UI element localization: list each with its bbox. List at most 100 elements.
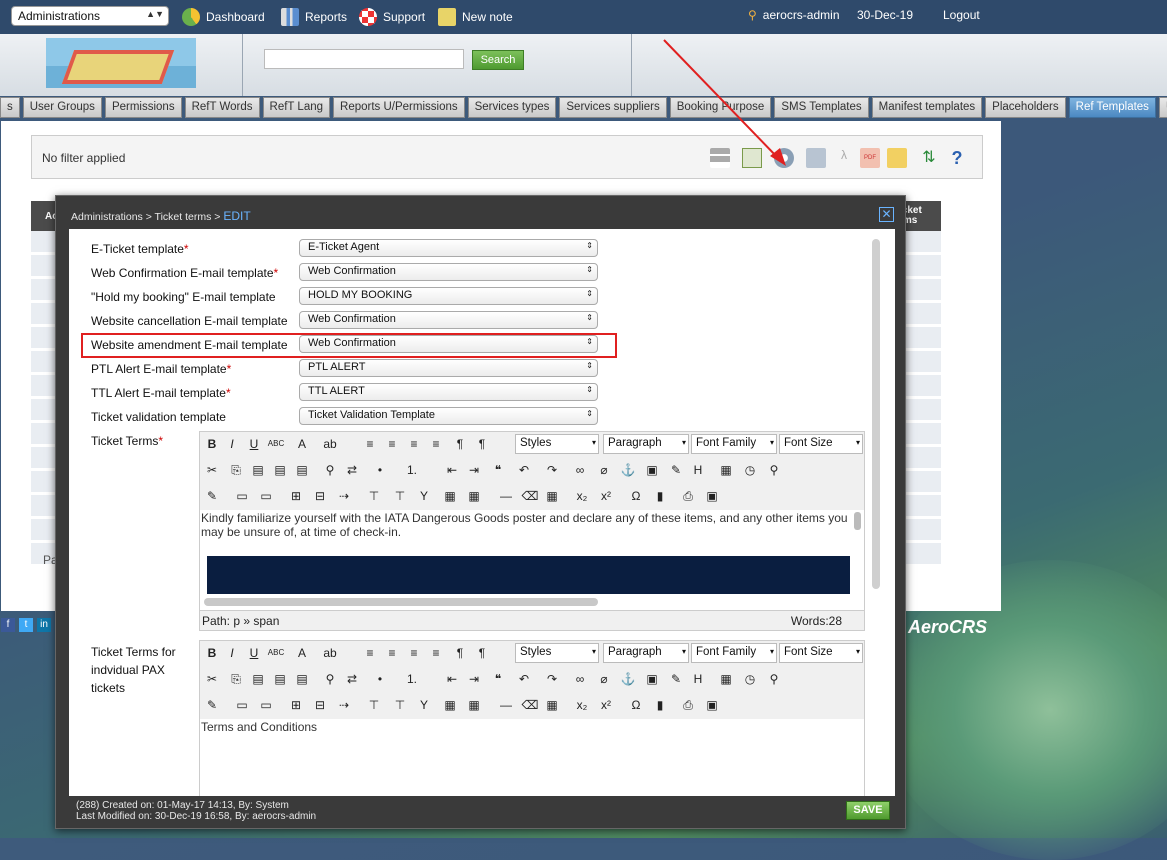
preview-icon[interactable]: ⚲ [765,461,783,479]
template-select[interactable]: E-Ticket Agent ⇕ [299,239,598,257]
visual-aid-icon[interactable]: ▦ [543,487,561,505]
delete-row-icon[interactable]: ⊟ [311,696,329,714]
outdent-icon[interactable]: ⇤ [443,670,461,688]
special-char-icon[interactable]: Ω [627,487,645,505]
date-icon[interactable]: ▦ [717,461,735,479]
delete-row-icon[interactable]: ⊟ [311,487,329,505]
nav-dashboard[interactable]: Dashboard [182,8,265,26]
modal-scrollbar[interactable] [872,239,880,589]
split-icon[interactable]: Y [415,487,433,505]
close-icon[interactable]: ✕ [879,207,894,222]
undo-icon[interactable]: ↶ [515,461,533,479]
nav-reports[interactable]: Reports [281,8,347,26]
tab-users[interactable]: Users [1158,97,1167,118]
hr-icon[interactable]: — [497,696,515,714]
insert-col-icon[interactable]: ⊤ [365,696,383,714]
table-props-icon[interactable]: ▦ [465,487,483,505]
rtl-icon[interactable]: ¶ [473,435,491,453]
outdent-icon[interactable]: ⇤ [443,461,461,479]
media-icon[interactable]: ▮ [651,696,669,714]
indent-icon[interactable]: ⇥ [465,670,483,688]
ltr-icon[interactable]: ¶ [451,435,469,453]
delete-col-icon[interactable]: ⊤ [391,487,409,505]
paste-word-icon[interactable]: ▤ [293,670,311,688]
align-left-icon[interactable]: ≡ [361,435,379,453]
rtl-icon[interactable]: ¶ [473,644,491,662]
template-select[interactable]: Web Confirmation ⇕ [299,311,598,329]
ltr-icon[interactable]: ¶ [451,644,469,662]
editor-format-select[interactable]: Paragraph ▾ [603,434,689,454]
editor-content[interactable]: Kindly familiarize yourself with the IAT… [200,510,864,610]
underline-icon[interactable]: U [245,644,263,662]
template-select[interactable]: Web Confirmation ⇕ [299,263,598,281]
editor-font-size-select[interactable]: Font Size ▾ [779,643,863,663]
row-icon[interactable]: ▭ [233,696,251,714]
bold-icon[interactable]: B [203,435,221,453]
time-icon[interactable]: ◷ [741,670,759,688]
indent-icon[interactable]: ⇥ [465,461,483,479]
insert-row-icon[interactable]: ⊞ [287,696,305,714]
merge-icon[interactable]: ⇢ [335,696,353,714]
nav-new-note[interactable]: New note [438,8,513,26]
tab-booking-purpose[interactable]: Booking Purpose [669,97,772,118]
editor-scrollbar-h[interactable] [204,598,598,606]
align-right-icon[interactable]: ≡ [405,435,423,453]
merge-icon[interactable]: ⇢ [335,487,353,505]
highlight-icon[interactable]: ab [321,435,339,453]
justify-icon[interactable]: ≡ [427,644,445,662]
erase-icon[interactable]: ⌫ [521,487,539,505]
subscript-icon[interactable]: x₂ [573,696,591,714]
subscript-icon[interactable]: x₂ [573,487,591,505]
paste-text-icon[interactable]: ▤ [271,461,289,479]
italic-icon[interactable]: I [223,435,241,453]
strike-icon[interactable]: ABC [267,435,285,453]
superscript-icon[interactable]: x² [597,696,615,714]
paste-text-icon[interactable]: ▤ [271,670,289,688]
template-select[interactable]: PTL ALERT ⇕ [299,359,598,377]
hr-icon[interactable]: — [497,487,515,505]
bold-icon[interactable]: B [203,644,221,662]
tab-services-types[interactable]: Services types [467,97,557,118]
fullscreen-icon[interactable]: ▣ [703,696,721,714]
tab-s[interactable]: s [0,97,20,118]
image-icon[interactable]: ▣ [643,670,661,688]
table-icon[interactable]: ▦ [441,696,459,714]
print-icon[interactable]: ⎙ [679,487,697,505]
insert-row-icon[interactable]: ⊞ [287,487,305,505]
align-right-icon[interactable]: ≡ [405,644,423,662]
date-icon[interactable]: ▦ [717,670,735,688]
edit-icon[interactable]: ✎ [203,696,221,714]
media-icon[interactable]: ▮ [651,487,669,505]
template-select[interactable]: TTL ALERT ⇕ [299,383,598,401]
justify-icon[interactable]: ≡ [427,435,445,453]
tab-reft-words[interactable]: RefT Words [184,97,260,118]
numbered-list-icon[interactable]: 1. [403,461,421,479]
tab-manifest-templates[interactable]: Manifest templates [871,97,983,118]
excel-icon[interactable]: λ [834,148,854,168]
numbered-list-icon[interactable]: 1. [403,670,421,688]
unlink-icon[interactable]: ⌀ [595,461,613,479]
bullet-list-icon[interactable]: • [371,670,389,688]
find-icon[interactable]: ⚲ [321,461,339,479]
align-left-icon[interactable]: ≡ [361,644,379,662]
font-color-icon[interactable]: A [293,644,311,662]
filter-icon[interactable] [710,148,730,168]
anchor-icon[interactable]: ⚓ [619,461,637,479]
pdf-icon[interactable]: PDF [860,148,880,168]
editor-styles-select[interactable]: Styles ▾ [515,434,599,454]
table-props-icon[interactable]: ▦ [465,696,483,714]
tab-permissions[interactable]: Permissions [104,97,182,118]
html-icon[interactable]: H [689,461,707,479]
editor-scrollbar-v[interactable] [854,512,861,530]
help-icon[interactable]: ? [947,148,967,168]
tab-placeholders[interactable]: Placeholders [985,97,1066,118]
align-center-icon[interactable]: ≡ [383,435,401,453]
editor-content[interactable]: Terms and Conditions [200,719,864,796]
user-menu[interactable]: ⚲ aerocrs-admin [748,8,840,22]
save-button[interactable]: SAVE [846,801,890,820]
editor-font-family-select[interactable]: Font Family ▾ [691,643,777,663]
twitter-icon[interactable]: t [19,618,33,632]
tab-user-groups[interactable]: User Groups [22,97,102,118]
time-icon[interactable]: ◷ [741,461,759,479]
paste-icon[interactable]: ▤ [249,461,267,479]
